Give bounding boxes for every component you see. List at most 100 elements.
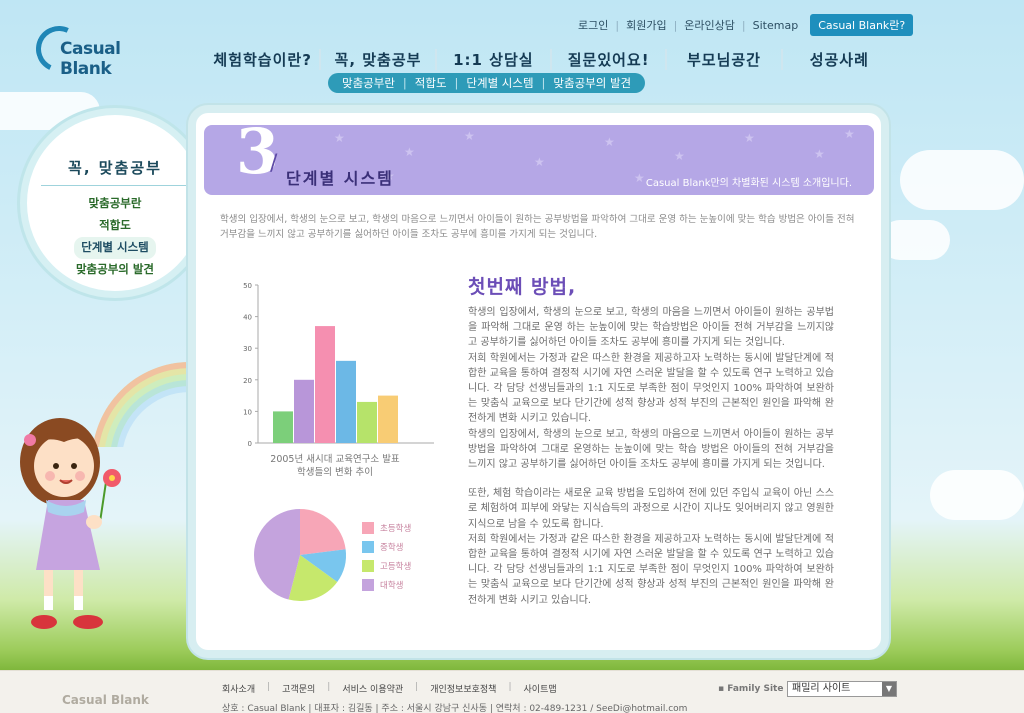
star-decoration: ★ [844,127,855,141]
chart-caption-line2: 학생들의 변화 추이 [297,467,373,478]
article: 첫번째 방법, 학생의 입장에서, 학생의 눈으로 보고, 학생의 마음을 느끼… [468,272,834,608]
section-subtitle: Casual Blank만의 차별화된 시스템 소개입니다. [645,178,852,189]
section-slash: / [270,151,278,176]
girl-illustration [20,418,121,629]
header: Casual Blank 로그인 | 회원가입 | 온라인상담 | Sitema… [0,0,1024,100]
legend-swatch [362,578,374,591]
bar [294,379,314,443]
chevron-down-icon: ▼ [882,682,896,696]
article-paragraph: 또한, 체험 학습이라는 새로운 교육 방법을 도입하여 전에 있던 주입식 교… [468,488,834,530]
nav-item-custom-study[interactable]: 꼭, 맞춤공부 [321,48,437,70]
legend-item: 초등학생 [362,518,411,537]
nav-item-consult[interactable]: 1:1 상담실 [437,48,552,70]
sidebar-menu: 맞춤공부란 적합도 단계별 시스템 맞춤공부의 발견 [27,193,203,281]
article-title: 첫번째 방법, [468,276,577,298]
article-paragraph: 저희 학원에서는 가정과 같은 따스한 환경을 제공하고자 노력하는 동시에 발… [468,352,834,425]
sidebar: 꼭, 맞춤공부 맞춤공부란 적합도 단계별 시스템 맞춤공부의 발견 [20,108,210,298]
pie-chart [250,505,450,605]
footer-link-company[interactable]: 회사소개 [222,682,255,695]
legend-label: 중학생 [380,542,404,553]
sitemap-link[interactable]: Sitemap [753,19,799,32]
pie-legend: 초등학생 중학생 고등학생 대학생 [362,518,411,594]
footer-link-sitemap[interactable]: 사이트맵 [524,682,557,695]
sidebar-divider [41,185,201,186]
subnav-item[interactable]: 단계별 시스템 [466,75,533,91]
pie-chart-svg [254,509,346,601]
bar [336,360,356,443]
bar [357,401,377,443]
sidebar-item-step-system[interactable]: 단계별 시스템 [74,237,156,259]
main-nav: 체험학습이란? 꼭, 맞춤공부 1:1 상담실 질문있어요! 부모님공간 성공사… [206,44,896,74]
signup-link[interactable]: 회원가입 [626,17,666,33]
sub-nav: 맞춤공부란 | 적합도 | 단계별 시스템 | 맞춤공부의 발견 [328,73,646,93]
legend-item: 고등학생 [362,556,411,575]
legend-label: 고등학생 [380,561,412,572]
nav-item-experience[interactable]: 체험학습이란? [206,48,322,70]
logo[interactable]: Casual Blank [29,19,166,79]
utility-links: 로그인 | 회원가입 | 온라인상담 | Sitemap Casual Blan… [578,14,914,36]
family-site-select[interactable]: 패밀리 사이트 ▼ [787,681,897,697]
subnav-divider: | [402,76,407,90]
cloud-decoration [900,150,1024,210]
intro-text: 학생의 입장에서, 학생의 눈으로 보고, 학생의 마음으로 느끼면서 아이들이… [220,214,855,240]
login-link[interactable]: 로그인 [578,17,608,33]
footer-link-privacy[interactable]: 개인정보보호정책 [430,682,496,695]
sidebar-item-suitability[interactable]: 적합도 [92,215,138,237]
sidebar-item-custom-study[interactable]: 맞춤공부란 [82,193,149,215]
nav-item-parents[interactable]: 부모님공간 [667,48,783,70]
bar [378,395,398,443]
star-decoration: ★ [334,131,345,145]
footer-divider: | [267,682,271,692]
star-decoration: ★ [464,129,475,143]
y-tick-label: 20 [243,377,252,385]
subnav-divider: | [541,76,546,90]
sidebar-item-discovery[interactable]: 맞춤공부의 발견 [69,259,161,281]
nav-item-questions[interactable]: 질문있어요! [552,48,668,70]
y-tick-label: 30 [243,345,252,353]
article-paragraph: 학생의 입장에서, 학생의 눈으로 보고, 학생의 마음을 느끼면서 아이들이 … [468,307,834,349]
legend-item: 대학생 [362,575,411,594]
pie-slice [300,509,346,555]
section-banner: ★ ★ ★ ★ ★ ★ ★ ★ ★ ★ ★ 3 / 단계별 시스템 Casual… [204,125,874,195]
sidebar-title: 꼭, 맞춤공부 [68,159,162,177]
article-paragraph: 저희 학원에서는 가정과 같은 따스한 환경을 제공하고자 노력하는 동시에 발… [468,533,834,606]
bar-chart-svg: 0 10 20 30 40 50 [243,282,434,448]
subnav-divider: | [454,76,459,90]
logo-text: Casual Blank [60,39,121,79]
star-decoration: ★ [604,135,615,149]
footer-info: 상호 : Casual Blank | 대표자 : 김길동 | 주소 : 서울시… [222,704,688,713]
bar-chart: 0 10 20 30 40 50 2005년 새시대 교육연구소 발표 학생들의 변화 추… [224,270,444,480]
star-decoration: ★ [674,149,685,163]
util-divider: | [741,18,746,32]
y-tick-label: 10 [243,408,252,416]
family-site-label: ▪ Family Site [718,684,784,694]
footer-divider: | [415,682,419,692]
footer: Casual Blank 회사소개 | 고객문의 | 서비스 이용약관 | 개인… [0,670,1024,713]
chart-caption: 2005년 새시대 교육연구소 발표 학생들의 변화 추이 [246,453,424,479]
article-paragraph: 학생의 입장에서, 학생의 눈으로 보고, 학생의 마음으로 느끼면서 아이들이… [468,428,834,471]
cloud-decoration [930,470,1024,520]
bar [315,326,335,443]
footer-divider: | [508,682,512,692]
legend-label: 초등학생 [380,523,412,534]
footer-link-contact[interactable]: 고객문의 [282,682,315,695]
family-site-value: 패밀리 사이트 [792,683,851,694]
y-tick-label: 50 [243,282,252,290]
footer-link-terms[interactable]: 서비스 이용약관 [342,682,403,695]
section-title: 단계별 시스템 [286,169,394,188]
star-decoration: ★ [744,131,755,145]
star-decoration: ★ [404,145,415,159]
nav-item-success[interactable]: 성공사례 [783,49,896,70]
star-decoration: ★ [814,147,825,161]
about-button[interactable]: Casual Blank란? [810,14,914,36]
footer-logo: Casual Blank [62,693,149,707]
online-consult-link[interactable]: 온라인상담 [684,17,735,33]
legend-swatch [362,540,374,553]
star-decoration: ★ [534,155,545,169]
subnav-item[interactable]: 적합도 [415,75,447,91]
subnav-item[interactable]: 맞춤공부의 발견 [553,75,631,91]
subnav-item[interactable]: 맞춤공부란 [342,75,395,91]
legend-item: 중학생 [362,537,411,556]
util-divider: | [673,18,678,32]
